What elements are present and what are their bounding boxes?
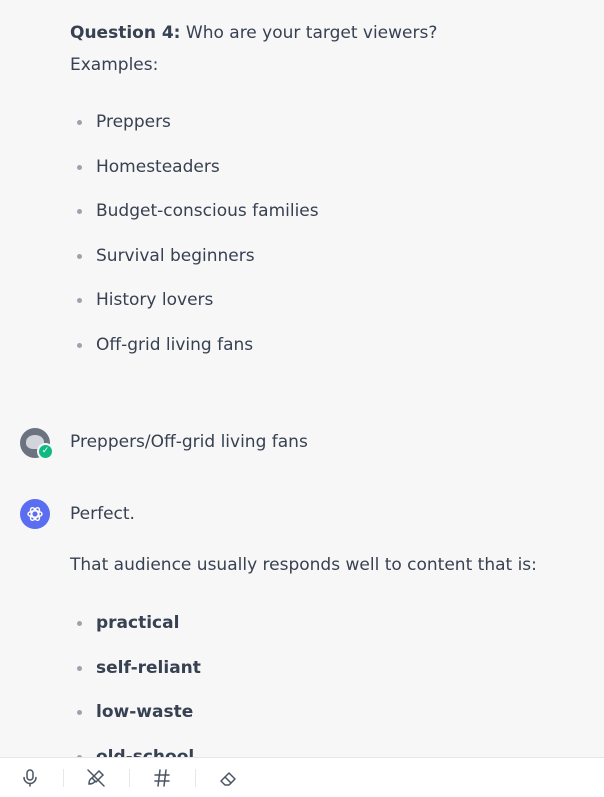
list-item: History lovers (70, 288, 319, 333)
verified-check-icon: ✓ (37, 443, 54, 460)
chat-scroll-area[interactable]: Question 4: Who are your target viewers?… (0, 0, 604, 758)
list-item: Off-grid living fans (70, 333, 319, 378)
chat-viewport: Question 4: Who are your target viewers?… (0, 0, 604, 797)
examples-label: Examples: (70, 55, 159, 75)
list-item: low-waste (70, 700, 201, 745)
assistant-logo-icon (27, 507, 43, 521)
brush-off-icon[interactable] (76, 764, 116, 792)
list-item: Survival beginners (70, 244, 319, 289)
assistant-avatar (20, 499, 50, 529)
list-item: Preppers (70, 110, 319, 155)
toolbar-divider (195, 769, 196, 787)
microphone-icon[interactable] (10, 764, 50, 792)
user-avatar: ✓ (20, 428, 54, 460)
question-text: Who are your target viewers? (180, 23, 438, 43)
eraser-icon[interactable] (208, 764, 248, 792)
bottom-toolbar (0, 757, 604, 797)
user-message: Preppers/Off-grid living fans (70, 432, 308, 452)
toolbar-divider (129, 769, 130, 787)
traits-list: practical self-reliant low-waste old-sch… (70, 611, 201, 758)
list-item: self-reliant (70, 656, 201, 701)
hashtag-icon[interactable] (142, 764, 182, 792)
examples-list: Preppers Homesteaders Budget-conscious f… (70, 110, 319, 378)
assistant-opening: Perfect. (70, 504, 135, 524)
list-item: Homesteaders (70, 155, 319, 200)
list-item: Budget-conscious families (70, 199, 319, 244)
list-item: practical (70, 611, 201, 656)
question-line: Question 4: Who are your target viewers? (70, 21, 437, 45)
toolbar-divider (63, 769, 64, 787)
question-label: Question 4: (70, 23, 181, 43)
assistant-intro: That audience usually responds well to c… (70, 555, 537, 575)
